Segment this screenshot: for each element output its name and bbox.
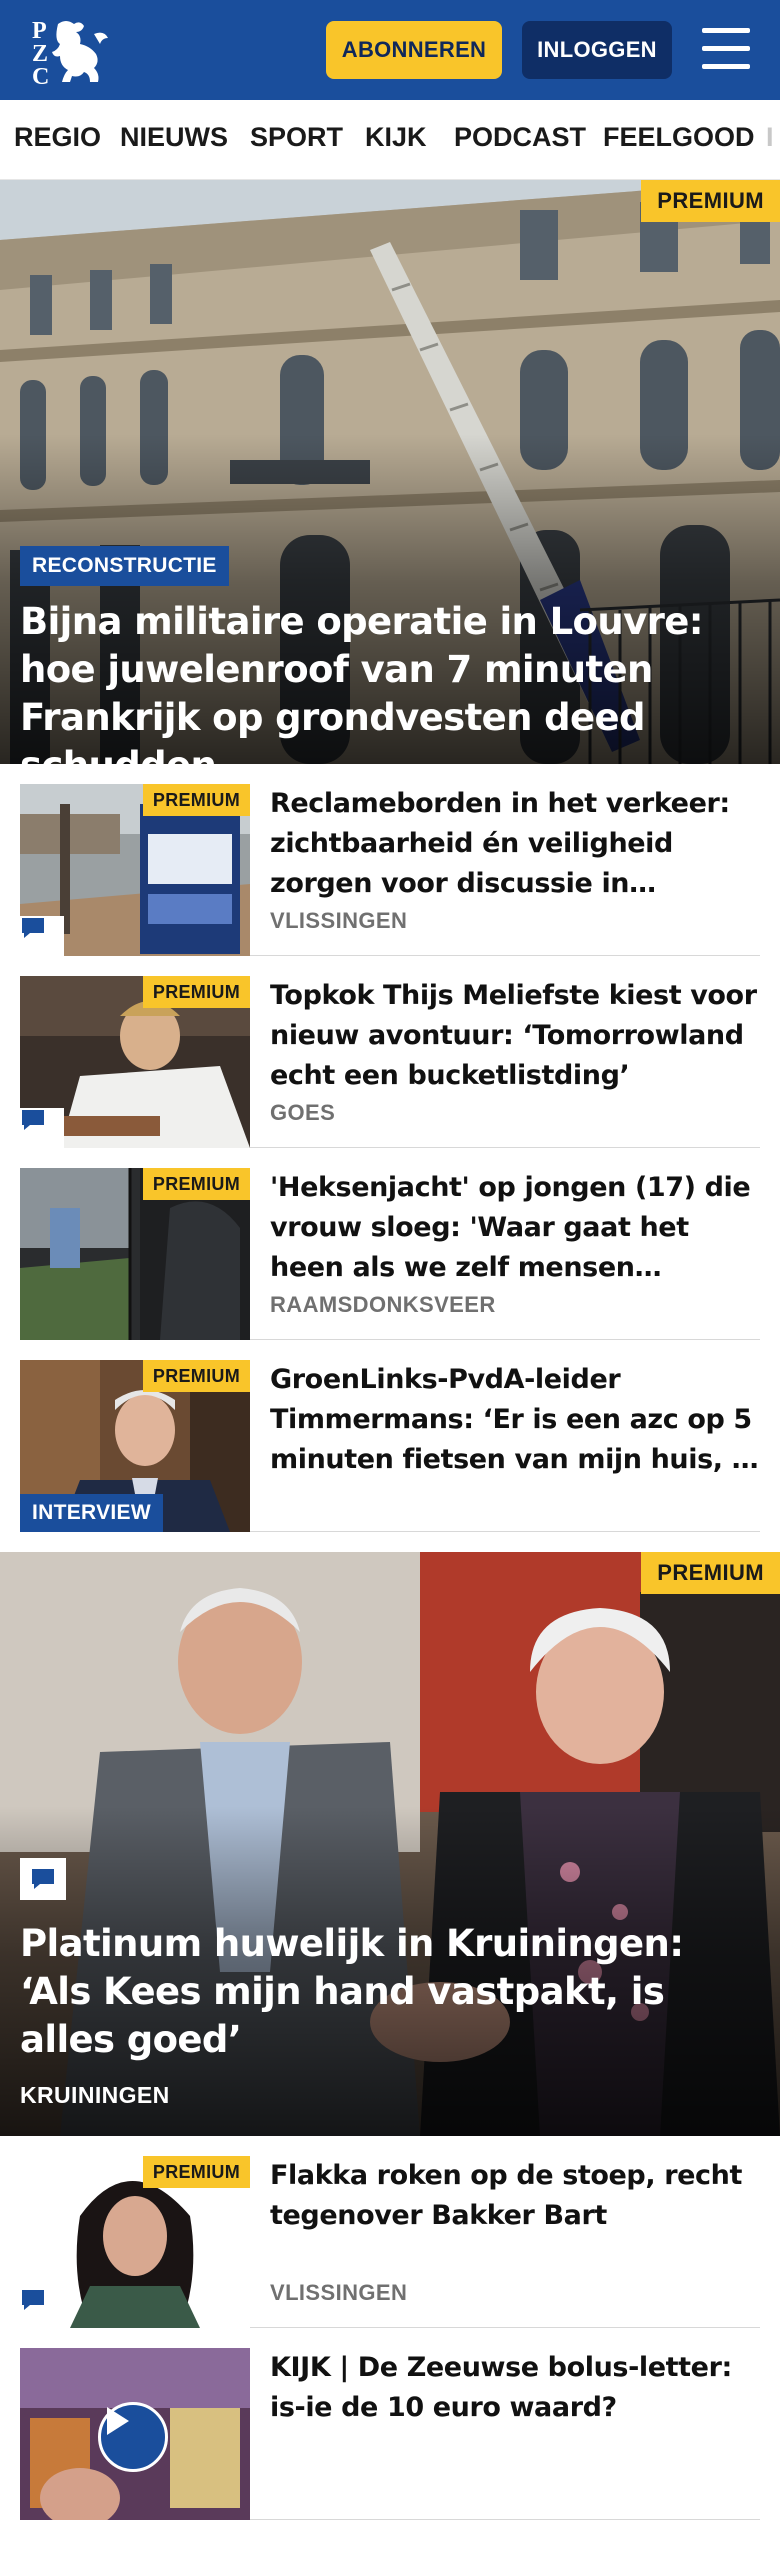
list-item[interactable]: PREMIUM Reclameborden in het verkeer: zi… [20,784,760,956]
subscribe-button[interactable]: ABONNEREN [326,21,502,79]
premium-badge: PREMIUM [142,2156,250,2188]
comment-icon [20,2288,64,2328]
article-thumbnail: PREMIUM [20,1168,250,1340]
premium-badge: PREMIUM [142,1360,250,1392]
login-button[interactable]: INLOGGEN [522,21,672,79]
hero-headline[interactable]: Bijna militaire operatie in Louvre: hoe … [20,598,760,764]
nav-item-nieuws[interactable]: NIEUWS [120,122,228,153]
article-thumbnail: PREMIUM [20,2156,250,2328]
premium-badge: PREMIUM [142,976,250,1008]
list-item[interactable]: PREMIUM Topkok Thijs Meliefste kiest voo… [20,976,760,1148]
article-headline[interactable]: GroenLinks-PvdA-leider Timmermans: ‘Er i… [270,1360,760,1480]
play-icon[interactable] [98,2402,168,2472]
svg-text:C: C [32,64,49,86]
premium-badge: PREMIUM [641,180,780,222]
article-location: VLISSINGEN [270,908,408,933]
article-location: VLISSINGEN [270,2280,408,2305]
nav-item-sport[interactable]: SPORT [250,122,343,153]
pzc-logo[interactable]: P Z C [28,14,114,90]
article-location: GOES [270,1100,336,1125]
nav-item-regio[interactable]: REGIO [14,122,101,153]
hero-article-louvre[interactable]: PREMIUM RECONSTRUCTIE Bijna militaire op… [0,180,780,764]
article-tag: INTERVIEW [20,1494,163,1532]
article-location: RAAMSDONKSVEER [270,1292,496,1317]
nav-item-overflow[interactable]: I [766,122,774,153]
nav-item-kijk[interactable]: KIJK [365,122,427,153]
article-thumbnail [20,2348,250,2520]
comment-icon [20,916,64,956]
article-headline[interactable]: Reclameborden in het verkeer: zichtbaarh… [270,784,760,904]
premium-badge: PREMIUM [142,1168,250,1200]
article-location: KRUININGEN [20,2082,170,2108]
list-item[interactable]: KIJK | De Zeeuwse bolus-letter: is-ie de… [20,2348,760,2520]
hero-headline[interactable]: Platinum huwelijk in Kruiningen: ‘Als Ke… [20,1920,760,2064]
premium-badge: PREMIUM [641,1552,780,1594]
nav-item-feelgood[interactable]: FEELGOOD [603,122,755,153]
comment-icon [20,1108,64,1148]
site-header: P Z C ABONNEREN INLOGGEN [0,0,780,100]
list-item[interactable]: PREMIUM INTERVIEW GroenLinks-PvdA-leider… [20,1360,760,1532]
premium-badge: PREMIUM [142,784,250,816]
article-headline[interactable]: KIJK | De Zeeuwse bolus-letter: is-ie de… [270,2348,760,2428]
article-thumbnail: PREMIUM [20,976,250,1148]
nav-item-podcast[interactable]: PODCAST [454,122,586,153]
hero-article-platinum[interactable]: PREMIUM Platinum huwelijk in Kruiningen:… [0,1552,780,2136]
article-headline[interactable]: Topkok Thijs Meliefste kiest voor nieuw … [270,976,760,1096]
hamburger-menu-icon[interactable] [696,24,756,76]
list-item[interactable]: PREMIUM Flakka roken op de stoep, recht … [20,2156,760,2328]
comment-icon [20,1858,66,1900]
article-headline[interactable]: Flakka roken op de stoep, recht tegenove… [270,2156,760,2236]
list-item[interactable]: PREMIUM 'Heksenjacht' op jongen (17) die… [20,1168,760,1340]
section-nav: REGIO NIEUWS SPORT KIJK PODCAST FEELGOOD… [0,100,780,180]
article-tag: RECONSTRUCTIE [20,546,229,586]
article-thumbnail: PREMIUM INTERVIEW [20,1360,250,1532]
article-thumbnail: PREMIUM [20,784,250,956]
article-headline[interactable]: 'Heksenjacht' op jongen (17) die vrouw s… [270,1168,760,1288]
